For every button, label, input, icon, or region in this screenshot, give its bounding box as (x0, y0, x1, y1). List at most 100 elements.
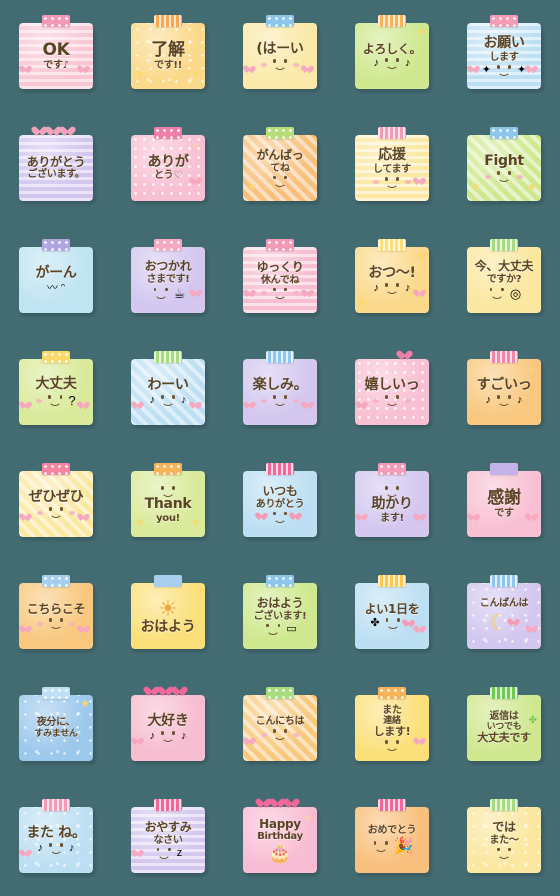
washi-tape (490, 575, 518, 587)
smiley-face-icon (382, 740, 402, 752)
sticker-text-line: 今、大丈夫 (474, 259, 534, 274)
sticker-item[interactable]: ★ ★ Fight (467, 127, 541, 201)
sticker-item[interactable]: ★ 夜分に、 すみません (19, 687, 93, 761)
sticker-text-line: こちらこそ (26, 601, 86, 616)
sticker-item[interactable]: ぜひぜひ (19, 463, 93, 537)
sticker-item[interactable]: 嬉しいっ (355, 359, 429, 425)
clock-icon: ◎ (509, 285, 522, 301)
cheek-blush-right-icon (69, 510, 75, 515)
sticker-item[interactable]: ★ よろしく。 ♪ ♪ (355, 15, 429, 89)
sticker-item[interactable]: 大好き ♪ ♪ (131, 695, 205, 761)
smiley-face-icon (494, 847, 514, 859)
cheek-blush-left-icon (261, 732, 267, 737)
sticker-text: ありがとう ございます。 (24, 155, 89, 181)
sticker-text: すごいっ (474, 377, 535, 394)
sticker-item[interactable]: がーん〰 ᵔ (19, 239, 93, 313)
sticker-cell: 大丈夫? (0, 336, 112, 448)
sticker-item[interactable]: また ね。 ♪ ♪ (19, 799, 93, 873)
sticker-cell: おめでとう 🎉 (336, 784, 448, 896)
sticker-item[interactable]: 楽しみ。 (243, 351, 317, 425)
sticker-item[interactable]: ★ ★ Thank you! (131, 463, 205, 537)
sticker-item[interactable]: ゆっくり 休んでね (243, 239, 317, 313)
sticker-item[interactable]: おめでとう 🎉 (355, 799, 429, 873)
sticker-cell: ぜひぜひ (0, 448, 112, 560)
face-row: ☀ (158, 598, 178, 620)
face-row (494, 847, 514, 859)
music-note-icon: ♪ (180, 730, 187, 743)
sticker-item[interactable]: お願い します ✦ ✦ (467, 15, 541, 89)
sticker-text-line: Fight (484, 152, 524, 169)
sticker-item[interactable]: ✧ ☀ おはよう (131, 575, 205, 649)
sticker-item[interactable]: よい1日を ✤ (355, 575, 429, 649)
face-row: ✤ (370, 618, 413, 630)
smiley-face-icon (46, 843, 66, 855)
sticker-text-line: です (494, 507, 514, 519)
sticker-item[interactable]: OK です♪ (19, 15, 93, 89)
washi-tape (154, 799, 182, 811)
face-row: ♪ ♪ (38, 843, 75, 855)
sticker-item[interactable]: ✤ 返信は いつでも 大丈夫です (467, 687, 541, 761)
sticker-item[interactable]: おつかれ さまです! ☕ (131, 239, 205, 313)
sticker-cell: こちらこそ (0, 560, 112, 672)
sticker-text-line: おはよう (140, 619, 196, 636)
smiley-face-icon (46, 618, 66, 630)
sticker-item[interactable]: (はーい (243, 15, 317, 89)
sticker-cell: ✤ 返信は いつでも 大丈夫です (448, 672, 560, 784)
sticker-item[interactable]: おはよう ございます! ▭ (243, 575, 317, 649)
sticker-text-line: さまです! (146, 273, 190, 285)
sticker-item[interactable]: ✧ 今、大丈夫 ですか? ◎ (467, 239, 541, 313)
mug-icon: ▭ (286, 622, 297, 635)
sticker-cell: がーん〰 ᵔ (0, 224, 112, 336)
sticker-item[interactable]: 応援 してます (355, 127, 429, 201)
sticker-item[interactable]: ✧ Happy Birthday 🎂 (243, 807, 317, 873)
sticker-item[interactable]: こんにちは (243, 687, 317, 761)
sticker-item[interactable]: また 連絡 します! (355, 687, 429, 761)
sticker-item[interactable]: いつも ありがとう (243, 463, 317, 537)
face-row (261, 729, 299, 741)
face-row (259, 511, 301, 523)
face-row (261, 395, 299, 407)
sticker-text: Happy Birthday (254, 817, 306, 843)
sticker-item[interactable]: 感謝 です (467, 463, 541, 537)
sticker-cell: おはよう ございます! ▭ (224, 560, 336, 672)
sticker-item[interactable]: おやすみ なさい z (131, 799, 205, 873)
face-row: ♪ ♪ (149, 730, 187, 743)
sticker-cell: 感謝 です (448, 448, 560, 560)
smiley-face-icon (383, 618, 403, 630)
cheek-blush-right-icon (68, 621, 75, 626)
sticker-item[interactable]: こちらこそ (19, 575, 93, 649)
sticker-item[interactable]: わーい ♪ ♪ (131, 351, 205, 425)
washi-tape (490, 127, 518, 139)
sticker-text: また ね。 (23, 825, 88, 842)
sticker-text: がんばっ てね (254, 148, 307, 174)
sticker-item[interactable]: ★ ★ おつ〜! ♪ ♪ (355, 239, 429, 313)
sticker-text: また 連絡 します! (371, 705, 414, 739)
face-row: ♪ ♪ (373, 58, 410, 70)
sticker-text-line: すみません (34, 728, 78, 739)
sticker-text: よい1日を (362, 602, 423, 616)
sticker-item[interactable]: ✧ すごいっ ♪ ♪ (467, 351, 541, 425)
sticker-item[interactable]: ★ がんばっ てね (243, 127, 317, 201)
sticker-item[interactable]: ★ ★ 了解 です!! (131, 15, 205, 89)
sticker-text-line: よろしく。 (362, 41, 422, 56)
washi-tape (42, 463, 70, 475)
sticker-text-line: OK (42, 39, 70, 60)
sticker-text: おはよう ございます! (251, 596, 310, 622)
sticker-item[interactable]: こんばんは ☾ (467, 575, 541, 649)
sticker-cell: ✧ すごいっ ♪ ♪ (448, 336, 560, 448)
sticker-cell: ゆっくり 休んでね (224, 224, 336, 336)
music-note-icon: ♪ (405, 282, 411, 295)
sticker-item[interactable]: 助かり ます! (355, 463, 429, 537)
face-row: z (154, 847, 182, 859)
teacup-icon: ☕ (173, 285, 186, 301)
sticker-cell: ありがとう ございます。 (0, 112, 112, 224)
cheek-blush-left-icon (36, 621, 43, 626)
sticker-text: 嬉しいっ (362, 377, 423, 394)
sticker-item[interactable]: 大丈夫? (19, 351, 93, 425)
face-row (260, 59, 299, 71)
cheek-blush-right-icon (405, 180, 411, 185)
sticker-item[interactable]: では また〜 (467, 799, 541, 873)
sticker-text: 応援 してます (370, 147, 414, 175)
sticker-item[interactable]: ✧ ありが とう♡ (131, 127, 205, 201)
sticker-item[interactable]: ありがとう ございます。 (19, 135, 93, 201)
